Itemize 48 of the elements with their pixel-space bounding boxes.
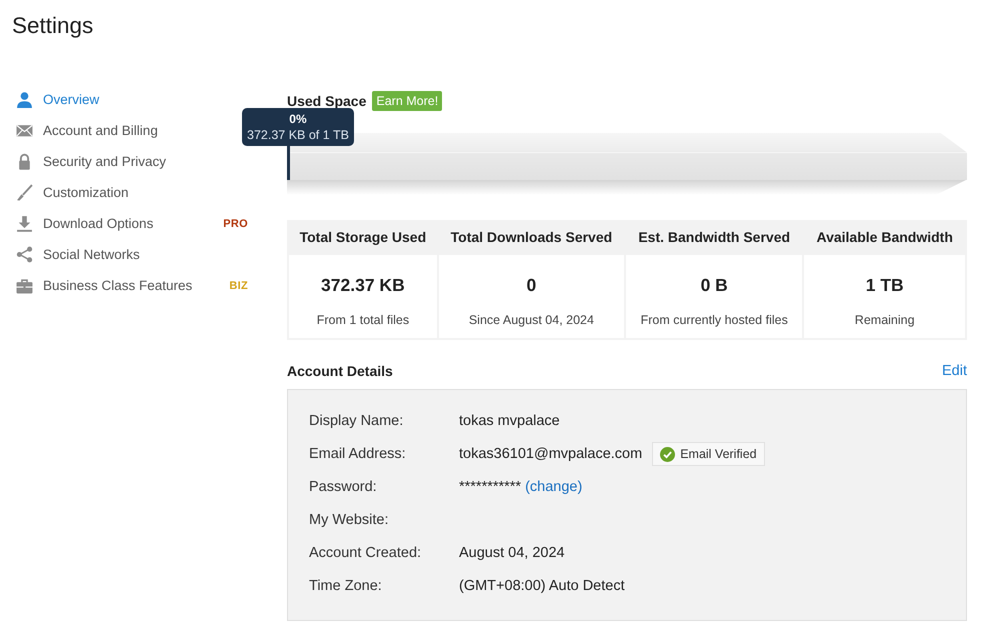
section-heading: Account Details xyxy=(287,362,393,378)
stat-heading: Available Bandwidth xyxy=(816,229,953,245)
stat-value: 0 xyxy=(526,274,536,296)
stat-note: Since August 04, 2024 xyxy=(468,312,594,328)
briefcase-icon xyxy=(16,277,33,294)
share-icon xyxy=(16,246,33,263)
envelope-icon xyxy=(16,122,33,139)
download-icon xyxy=(16,215,33,232)
usage-detail: 372.37 KB of 1 TB xyxy=(247,127,349,143)
stat-note: Remaining xyxy=(854,312,915,328)
stat-value: 1 TB xyxy=(866,274,904,296)
field-value: tokas mvpalace xyxy=(459,413,560,429)
sidebar-item[interactable]: Customization xyxy=(16,184,129,201)
lock-icon xyxy=(16,153,33,170)
plan-label: BIZ xyxy=(229,280,248,292)
stat-heading: Total Storage Used xyxy=(300,229,426,245)
page-title: Settings xyxy=(12,13,94,38)
stat-heading: Est. Bandwidth Served xyxy=(638,229,790,245)
field-value: tokas36101@mvpalace.com xyxy=(459,446,642,462)
stat-note: From 1 total files xyxy=(316,312,410,328)
stat-heading: Total Downloads Served xyxy=(450,229,612,245)
sidebar-item[interactable]: Account and Billing xyxy=(16,122,158,139)
sidebar-item[interactable]: Business Class Features xyxy=(16,277,192,294)
field-value: (GMT+08:00) Auto Detect xyxy=(459,578,625,594)
field-label: Password: xyxy=(309,479,378,495)
field-label: My Website: xyxy=(309,512,390,528)
stat-note: From currently hosted files xyxy=(640,312,788,328)
field-label: Email Address: xyxy=(309,446,407,462)
usage-percent: 0% xyxy=(288,112,308,127)
person-icon xyxy=(16,91,33,108)
field-value: August 04, 2024 xyxy=(459,545,565,561)
sidebar-item[interactable]: Overview xyxy=(16,91,100,108)
field-label: Account Created: xyxy=(309,545,422,561)
sidebar-item[interactable]: Download Options xyxy=(16,215,154,232)
brush-icon xyxy=(16,184,33,201)
field-label: Time Zone: xyxy=(309,578,383,594)
field-label: Display Name: xyxy=(309,413,404,429)
edit-link[interactable]: Edit xyxy=(942,362,967,378)
change-link[interactable]: (change) xyxy=(525,479,582,495)
sidebar-item[interactable]: Social Networks xyxy=(16,246,140,263)
field-value: *********** xyxy=(459,479,522,495)
sidebar-item[interactable]: Security and Privacy xyxy=(16,153,166,170)
plan-label: PRO xyxy=(223,218,248,230)
section-heading: Used Space xyxy=(287,93,366,109)
stat-value: 0 B xyxy=(700,274,728,296)
verified-text: Email Verified xyxy=(680,447,757,461)
check-circle-icon xyxy=(660,446,676,462)
stat-value: 372.37 KB xyxy=(321,274,405,296)
